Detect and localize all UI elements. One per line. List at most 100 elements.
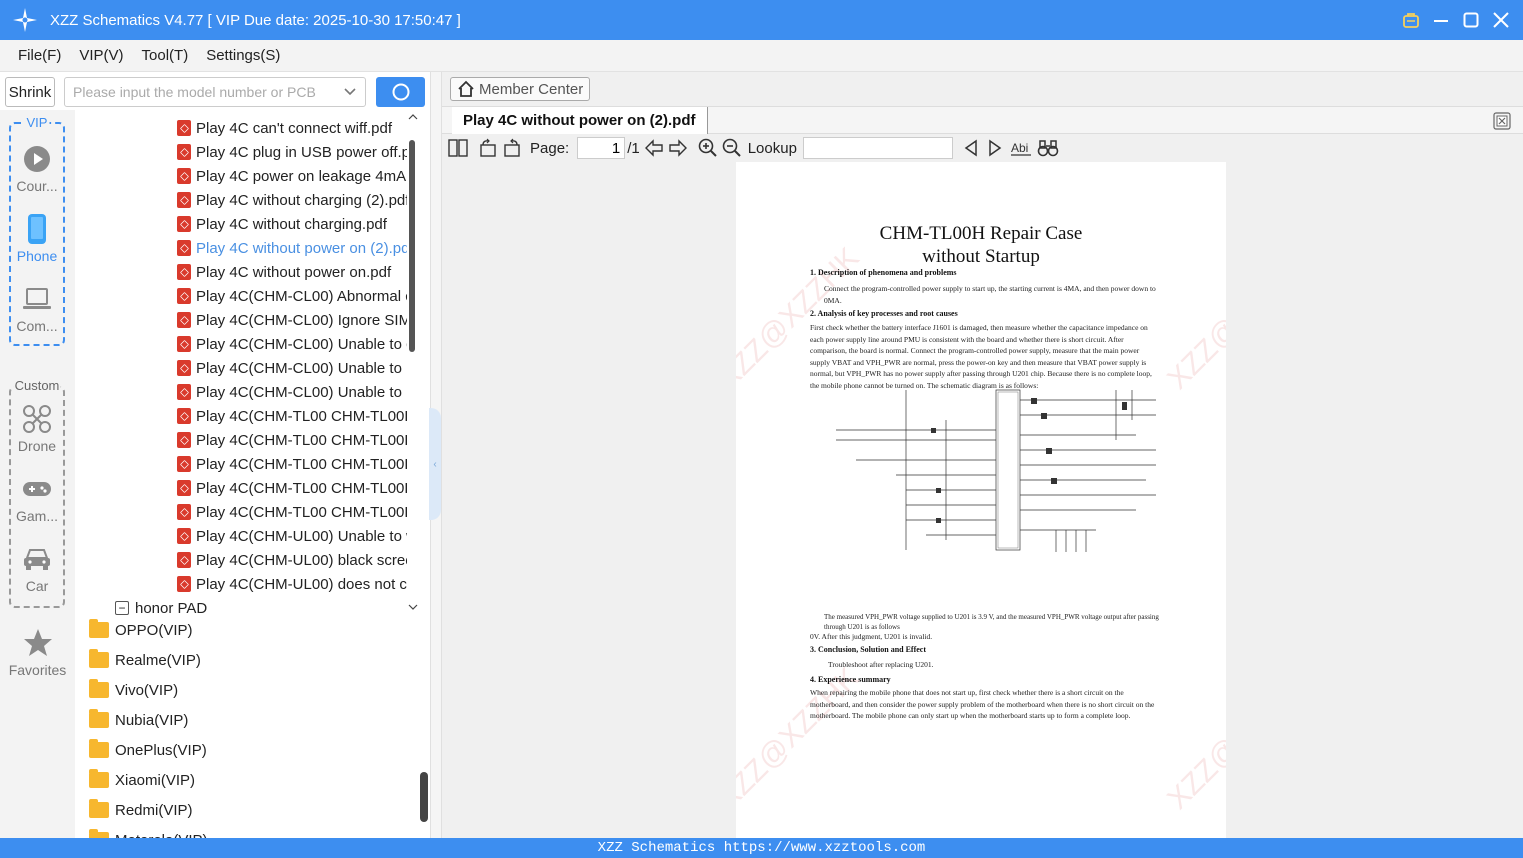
member-center-button[interactable]: Member Center xyxy=(450,77,591,101)
category-car[interactable]: Car xyxy=(7,544,67,594)
drone-icon xyxy=(7,404,67,434)
binoculars-icon[interactable] xyxy=(1037,137,1059,159)
shrink-button[interactable]: Shrink xyxy=(5,77,55,107)
document-tab[interactable]: Play 4C without power on (2).pdf xyxy=(452,107,708,134)
tree-file-row[interactable]: Play 4C can't connect wiff.pdf xyxy=(177,116,407,140)
lookup-input[interactable] xyxy=(802,137,953,159)
search-input[interactable] xyxy=(73,79,333,105)
match-case-icon[interactable]: Abi xyxy=(1010,137,1033,159)
tree-file-row[interactable]: Play 4C(CHM-UL00) black scree xyxy=(177,548,407,572)
previous-page-icon[interactable] xyxy=(644,137,664,159)
title-bar[interactable]: XZZ Schematics V4.77 [ VIP Due date: 202… xyxy=(0,0,1523,40)
tree-file-row[interactable]: Play 4C power on leakage 4mA.pdf xyxy=(177,164,407,188)
category-course[interactable]: Cour... xyxy=(7,144,67,194)
maximize-icon[interactable] xyxy=(1461,10,1481,30)
two-page-icon[interactable] xyxy=(448,137,468,159)
tree-file-row[interactable]: Play 4C(CHM-TL00 CHM-TL00H xyxy=(177,428,407,452)
rotate-left-icon[interactable] xyxy=(478,137,498,159)
tree-file-row[interactable]: Play 4C without power on.pdf xyxy=(177,260,407,284)
tree-file-row[interactable]: Play 4C(CHM-CL00) Abnormal c xyxy=(177,284,407,308)
tree-folder-row[interactable]: Realme(VIP) xyxy=(89,648,201,672)
close-tab-icon[interactable] xyxy=(1493,112,1511,130)
document-tabs: Play 4C without power on (2).pdf xyxy=(442,106,1523,134)
category-drone[interactable]: Drone xyxy=(7,404,67,454)
tree-file-row[interactable]: Play 4C without charging.pdf xyxy=(177,212,407,236)
folder-label: honor PAD xyxy=(135,599,208,617)
file-tree[interactable]: Play 4C can't connect wiff.pdf Play 4C pl… xyxy=(75,110,430,838)
tree-file-row[interactable]: Play 4C(CHM-UL00) does not ch xyxy=(177,572,407,596)
tree-folder-row[interactable]: Motorola(VIP) xyxy=(89,828,208,838)
vip-bag-icon[interactable] xyxy=(1401,10,1421,30)
tree-file-row[interactable]: Play 4C without charging (2).pdf xyxy=(177,188,407,212)
folder-icon xyxy=(89,799,109,818)
tree-file-row[interactable]: Play 4C(CHM-TL00 CHM-TL00H xyxy=(177,500,407,524)
tree-folder-row[interactable]: Nubia(VIP) xyxy=(89,708,188,732)
scroll-down-icon[interactable] xyxy=(408,602,418,612)
tree-file-row[interactable]: Play 4C(CHM-TL00 CHM-TL00H xyxy=(177,404,407,428)
menu-vip[interactable]: VIP(V) xyxy=(71,47,131,64)
find-next-icon[interactable] xyxy=(987,137,1003,159)
category-phone[interactable]: Phone xyxy=(7,214,67,264)
menu-settings[interactable]: Settings(S) xyxy=(198,47,288,64)
tree-file-row[interactable]: Play 4C(CHM-TL00 CHM-TL00H xyxy=(177,452,407,476)
watermark: XZZ@XZZHK xyxy=(1161,661,1226,816)
collapse-icon[interactable]: − xyxy=(115,601,129,615)
tree-folder-row[interactable]: OPPO(VIP) xyxy=(89,618,193,642)
category-label: Car xyxy=(25,578,49,594)
file-name: Play 4C(CHM-CL00) Unable to p xyxy=(196,359,407,377)
folder-label: Nubia(VIP) xyxy=(115,711,189,729)
file-name: Play 4C plug in USB power off.pdf xyxy=(196,143,407,161)
status-bar: XZZ Schematics https://www.xzztools.com xyxy=(0,838,1523,858)
custom-group-label: Custom xyxy=(13,378,61,393)
category-sidebar: VIP Cour... Phone Com... Custom Drone Ga… xyxy=(0,110,75,838)
minimize-icon[interactable] xyxy=(1431,10,1451,30)
tree-file-row[interactable]: Play 4C(CHM-CL00) Unable to c xyxy=(177,332,407,356)
category-game[interactable]: Gam... xyxy=(7,474,67,524)
rotate-right-icon[interactable] xyxy=(502,137,522,159)
page-number-input[interactable] xyxy=(577,137,626,159)
tree-file-row[interactable]: Play 4C(CHM-CL00) Ignore SIM xyxy=(177,308,407,332)
tree-scrollbar[interactable] xyxy=(408,110,418,610)
category-label: Com... xyxy=(16,318,58,334)
search-icon xyxy=(392,83,409,101)
tree-file-row[interactable]: Play 4C plug in USB power off.pdf xyxy=(177,140,407,164)
tree-folder-row[interactable]: Xiaomi(VIP) xyxy=(89,768,195,792)
menu-file[interactable]: File(F) xyxy=(10,47,69,64)
zoom-out-icon[interactable] xyxy=(722,137,742,159)
scroll-up-icon[interactable] xyxy=(408,112,418,122)
file-name: Play 4C without charging (2).pdf xyxy=(196,191,407,209)
chevron-down-icon[interactable] xyxy=(343,84,357,103)
tree-file-row[interactable]: Play 4C(CHM-CL00) Unable to p xyxy=(177,380,407,404)
menu-tool[interactable]: Tool(T) xyxy=(134,47,197,64)
pdf-page[interactable]: XZZ@XZZHK XZZ@XZZHK XZZ@XZZHK XZZ@XZZHK … xyxy=(736,162,1226,838)
scrollbar-thumb[interactable] xyxy=(409,140,415,352)
app-logo-icon xyxy=(10,5,40,35)
search-box[interactable] xyxy=(64,77,366,107)
paragraph: 0V. After this judgment, U201 is invalid… xyxy=(810,632,933,641)
document-title-line2: without Startup xyxy=(922,246,1040,267)
viewer-toolbar: Page: /1 Lookup Abi xyxy=(442,134,1523,162)
tree-folder-row[interactable]: Redmi(VIP) xyxy=(89,798,193,822)
find-previous-icon[interactable] xyxy=(963,137,979,159)
close-icon[interactable] xyxy=(1491,10,1511,30)
folder-icon xyxy=(89,649,109,668)
section-heading: 2. Analysis of key processes and root ca… xyxy=(810,309,958,318)
collapse-panel-handle[interactable]: ‹ xyxy=(429,408,441,520)
tree-file-row[interactable]: Play 4C(CHM-UL00) Unable to w xyxy=(177,524,407,548)
tree-folder-row[interactable]: Vivo(VIP) xyxy=(89,678,178,702)
tree-folder-honor-pad[interactable]: − honor PAD xyxy=(115,596,207,620)
category-favorites[interactable]: Favorites xyxy=(0,628,75,678)
tree-file-row[interactable]: Play 4C(CHM-TL00 CHM-TL00H xyxy=(177,476,407,500)
search-button[interactable] xyxy=(376,77,425,107)
paragraph: Troubleshoot after replacing U201. xyxy=(828,660,934,669)
file-name: Play 4C power on leakage 4mA.pdf xyxy=(196,167,407,185)
tree-file-row[interactable]: Play 4C(CHM-CL00) Unable to p xyxy=(177,356,407,380)
category-computer[interactable]: Com... xyxy=(7,284,67,334)
tree-file-row[interactable]: Play 4C without power on (2).pdf xyxy=(177,236,407,260)
next-page-icon[interactable] xyxy=(668,137,688,159)
pdf-file-icon xyxy=(177,216,191,232)
outer-scrollbar-thumb[interactable] xyxy=(420,772,428,822)
file-name: Play 4C can't connect wiff.pdf xyxy=(196,119,393,137)
tree-folder-row[interactable]: OnePlus(VIP) xyxy=(89,738,207,762)
zoom-in-icon[interactable] xyxy=(698,137,718,159)
